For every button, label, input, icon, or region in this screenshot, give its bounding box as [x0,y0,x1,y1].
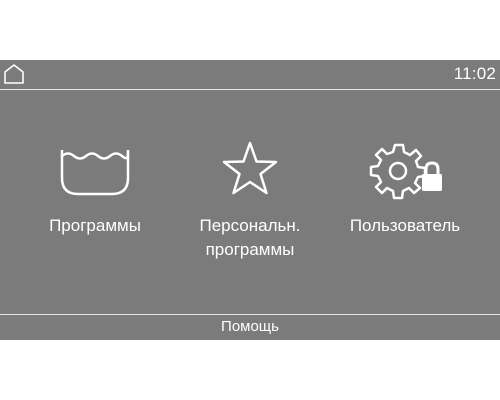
status-bar: 11:02 [0,60,500,89]
clock: 11:02 [453,64,496,83]
home-button[interactable] [3,63,25,85]
user-tile[interactable]: Пользователь [330,136,480,276]
display-screen: 11:02 Программы Персональн. программы По… [0,60,500,340]
personal-programs-tile[interactable]: Персональн. программы [175,136,325,276]
header-divider [0,89,500,90]
programs-tile[interactable]: Программы [20,136,170,276]
star-icon [175,136,325,200]
programs-label: Программы [49,216,141,235]
help-button[interactable]: Помощь [0,315,500,340]
personal-programs-label: Персональн. программы [199,216,301,259]
gear-lock-icon [330,136,480,200]
washing-tub-icon [20,136,170,200]
user-label: Пользователь [349,216,461,235]
home-icon [4,64,24,84]
